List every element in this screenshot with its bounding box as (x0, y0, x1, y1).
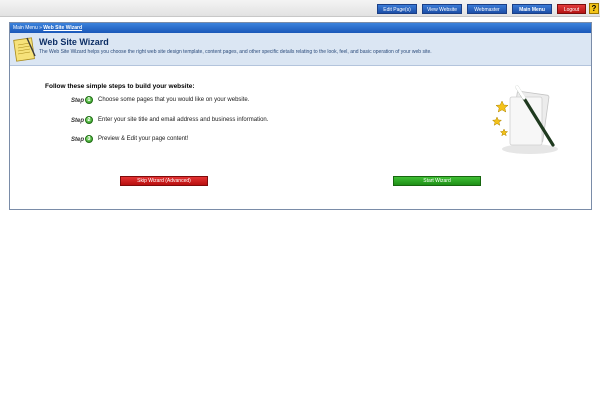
step-text: Preview & Edit your page content! (98, 136, 189, 142)
magic-wand-icon (491, 85, 558, 154)
step-1: Step 1 Choose some pages that you would li… (71, 95, 249, 105)
edit-pages-button[interactable]: Edit Page(s) (377, 4, 417, 14)
view-website-button[interactable]: View Website (422, 4, 462, 14)
page-title: Web Site Wizard (39, 37, 109, 47)
top-toolbar: Edit Page(s) View Website Webmaster Main… (0, 0, 600, 17)
steps-heading: Follow these simple steps to build your … (45, 83, 195, 90)
breadcrumb-current[interactable]: Web Site Wizard (43, 25, 82, 31)
main-menu-button[interactable]: Main Menu (512, 4, 552, 14)
step-number-1-icon: 1 (85, 96, 93, 104)
step-label: Step (71, 117, 85, 124)
notepad-icon (13, 37, 36, 62)
step-number-2-icon: 2 (85, 116, 93, 124)
page-header: Web Site Wizard The Web Site Wizard help… (10, 33, 591, 66)
help-icon[interactable]: ? (589, 3, 599, 14)
webmaster-button[interactable]: Webmaster (467, 4, 507, 14)
step-2: Step 2 Enter your site title and email add… (71, 115, 268, 125)
step-text: Enter your site title and email address … (98, 117, 269, 123)
breadcrumb: Main Menu » Web Site Wizard (10, 23, 591, 33)
step-number-3-icon: 3 (85, 135, 93, 143)
step-3: Step 3 Preview & Edit your page content! (71, 134, 188, 144)
page-description: The Web Site Wizard helps you choose the… (39, 49, 432, 55)
start-wizard-button[interactable]: Start Wizard (393, 176, 481, 186)
logout-button[interactable]: Logout (557, 4, 586, 14)
breadcrumb-separator: » (39, 25, 42, 31)
breadcrumb-main-menu[interactable]: Main Menu (13, 25, 38, 31)
step-label: Step (71, 136, 85, 143)
wizard-panel: Main Menu » Web Site Wizard Web Site Wiz… (9, 22, 592, 210)
skip-wizard-button[interactable]: Skip Wizard (Advanced) (120, 176, 208, 186)
step-text: Choose some pages that you would like on… (98, 97, 250, 103)
step-label: Step (71, 97, 85, 104)
